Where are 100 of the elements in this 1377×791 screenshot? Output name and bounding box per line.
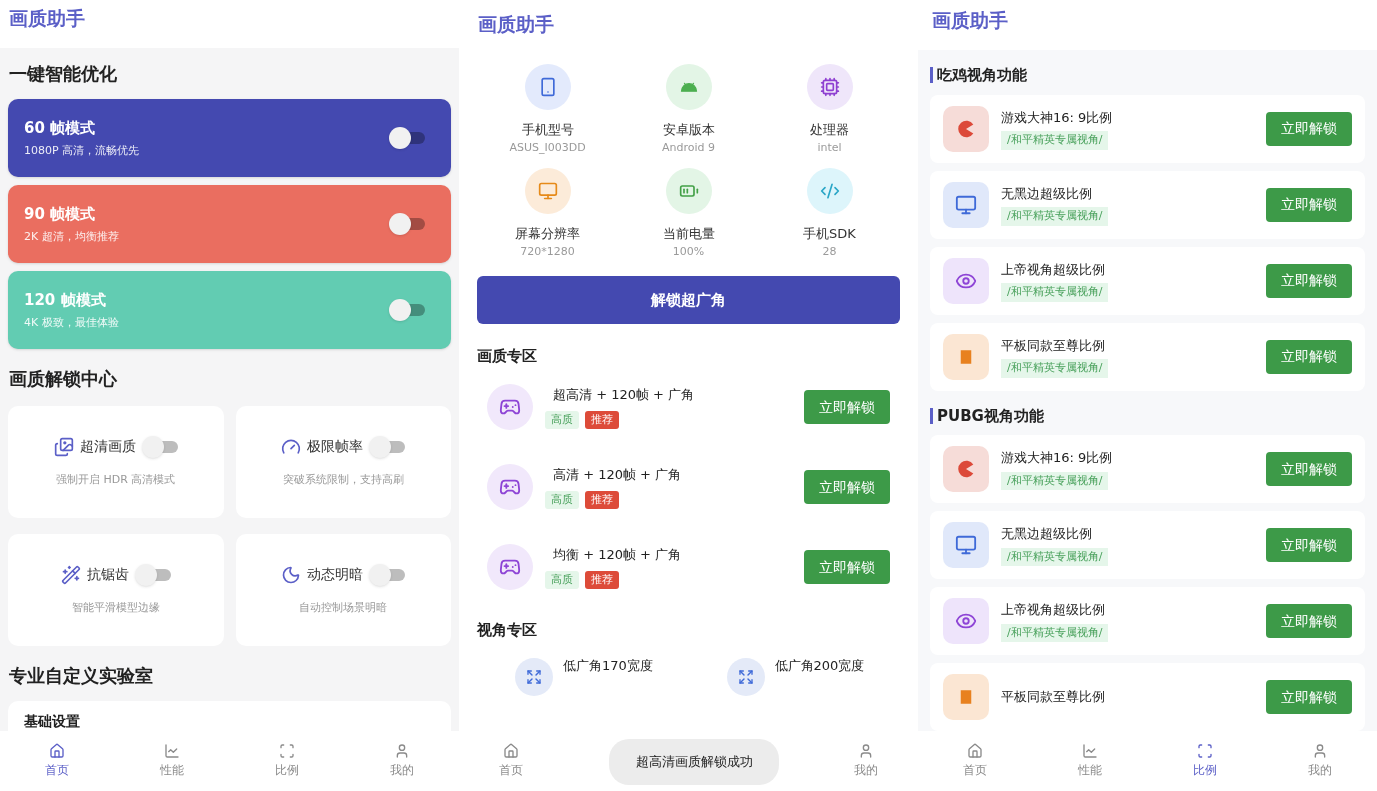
app-title: 画质助手: [932, 9, 1008, 31]
tab-item[interactable]: 我的: [381, 743, 422, 779]
unlock-wide-angle-button[interactable]: 解锁超广角: [477, 276, 900, 324]
section-heading: 专业自定义实验室: [9, 665, 153, 686]
tag: /和平精英专属视角/: [1001, 623, 1109, 642]
ratio-title: 游戏大神16: 9比例: [1001, 108, 1114, 127]
toggle-switch[interactable]: [389, 299, 425, 321]
section-heading: 视角专区: [477, 621, 537, 639]
images-icon: [53, 436, 74, 457]
tab-item[interactable]: 比例: [266, 743, 307, 779]
mode-title: 60 帧模式: [24, 118, 97, 139]
spec-label: 手机SDK: [803, 225, 856, 243]
mode-card[interactable]: 120 帧模式 4K 极致，最佳体验: [8, 271, 451, 349]
mode-card[interactable]: 60 帧模式 1080P 高清，流畅优先: [8, 99, 451, 177]
package-title: 高清 + 120帧 + 广角: [553, 466, 683, 484]
code-icon: [819, 181, 840, 201]
tag: 推荐: [585, 570, 619, 589]
feature-description: 强制开启 HDR 高清模式: [56, 471, 176, 488]
unlock-button[interactable]: 立即解锁: [1266, 452, 1352, 486]
spec-value: 28: [822, 243, 837, 260]
fullscreen-icon: [1196, 743, 1213, 759]
spec-value: 100%: [672, 243, 705, 260]
spec-label: 屏幕分辨率: [515, 225, 580, 243]
ratio-title: 平板同款至尊比例: [1001, 336, 1106, 355]
spec-value: 720*1280: [520, 243, 575, 260]
home-icon: [49, 743, 66, 759]
mode-description: 4K 极致，最佳体验: [24, 314, 120, 331]
chip-icon: [819, 77, 840, 97]
section-heading: PUBG视角功能: [937, 405, 1044, 427]
ratio-title: 游戏大神16: 9比例: [1001, 449, 1114, 467]
tag: /和平精英专属视角/: [1001, 471, 1109, 490]
section-heading: 画质解锁中心: [9, 368, 117, 389]
fullscreen-icon: [278, 743, 295, 759]
tag: 推荐: [585, 490, 619, 509]
toggle-switch[interactable]: [141, 435, 178, 458]
app-title: 画质助手: [478, 13, 554, 35]
unlock-button[interactable]: 立即解锁: [1266, 339, 1352, 374]
spec-label: 安卓版本: [662, 121, 715, 139]
ratio-title: 上帝视角超级比例: [1001, 260, 1106, 279]
spec-label: 手机型号: [521, 121, 574, 139]
feature-label: 超清画质: [79, 437, 136, 457]
unlock-button[interactable]: 立即解锁: [1266, 528, 1352, 562]
chart-icon: [1082, 743, 1099, 759]
unlock-button[interactable]: 立即解锁: [1266, 263, 1352, 298]
tag: /和平精英专属视角/: [1001, 547, 1109, 566]
tag: /和平精英专属视角/: [1001, 359, 1109, 378]
tab-item[interactable]: 首页: [37, 743, 78, 779]
monitor-icon: [537, 181, 558, 201]
tag: /和平精英专属视角/: [1001, 207, 1109, 226]
unlock-button[interactable]: 立即解锁: [1266, 187, 1352, 222]
tag: 推荐: [585, 410, 619, 429]
spec-label: 当前电量: [662, 225, 715, 243]
toggle-switch[interactable]: [134, 563, 171, 586]
toggle-switch[interactable]: [369, 563, 406, 586]
package-title: 超高清 + 120帧 + 广角: [553, 386, 696, 404]
toggle-switch[interactable]: [389, 213, 425, 235]
unlock-button[interactable]: 立即解锁: [804, 470, 890, 504]
feature-description: 自动控制场景明暗: [299, 599, 388, 616]
expand-icon: [737, 669, 754, 685]
view-title: 低广角200宽度: [774, 657, 865, 675]
toggle-switch[interactable]: [389, 127, 425, 149]
moon-icon: [281, 564, 302, 585]
section-heading: 一键智能优化: [9, 63, 117, 84]
spec-value: Android 9: [662, 139, 715, 156]
mode-title: 90 帧模式: [24, 204, 97, 225]
tab-item[interactable]: 首页: [499, 743, 523, 779]
ratio-title: 平板同款至尊比例: [1001, 688, 1106, 707]
mode-card[interactable]: 90 帧模式 2K 超清，均衡推荐: [8, 185, 451, 263]
package-title: 均衡 + 120帧 + 广角: [553, 546, 683, 564]
ratio-title: 上帝视角超级比例: [1001, 601, 1106, 619]
unlock-button[interactable]: 立即解锁: [804, 390, 890, 424]
view-title: 低广角170宽度: [563, 657, 653, 675]
feature-label: 极限帧率: [307, 437, 364, 457]
feature-description: 智能平滑模型边缘: [71, 599, 160, 616]
app-title: 画质助手: [9, 7, 85, 29]
tab-item[interactable]: 我的: [1299, 743, 1340, 779]
tab-item[interactable]: 我的: [854, 743, 878, 779]
toggle-switch[interactable]: [369, 435, 406, 458]
tab-item[interactable]: 首页: [955, 743, 996, 779]
mode-description: 1080P 高清，流畅优先: [24, 142, 141, 159]
tag: 高质: [545, 410, 579, 429]
tab-item[interactable]: 性能: [152, 743, 193, 779]
toast-message: 超高清画质解锁成功: [609, 739, 779, 785]
tag: /和平精英专属视角/: [1001, 131, 1109, 150]
chart-icon: [164, 743, 181, 759]
unlock-button[interactable]: 立即解锁: [1266, 680, 1352, 714]
spec-value: intel: [817, 139, 842, 156]
tab-item[interactable]: 比例: [1184, 743, 1225, 779]
heading-accent-bar: [930, 407, 933, 424]
feature-label: 抗锯齿: [86, 565, 129, 585]
feature-label: 动态明暗: [307, 565, 364, 585]
tab-item[interactable]: 性能: [1070, 743, 1111, 779]
home-icon: [503, 743, 519, 759]
expand-icon: [526, 669, 542, 685]
unlock-button[interactable]: 立即解锁: [1266, 111, 1352, 146]
user-icon: [858, 743, 874, 759]
unlock-button[interactable]: 立即解锁: [1266, 604, 1352, 638]
spec-value: ASUS_I003DD: [509, 139, 586, 156]
ratio-title: 无黑边超级比例: [1001, 525, 1093, 543]
unlock-button[interactable]: 立即解锁: [804, 550, 890, 584]
